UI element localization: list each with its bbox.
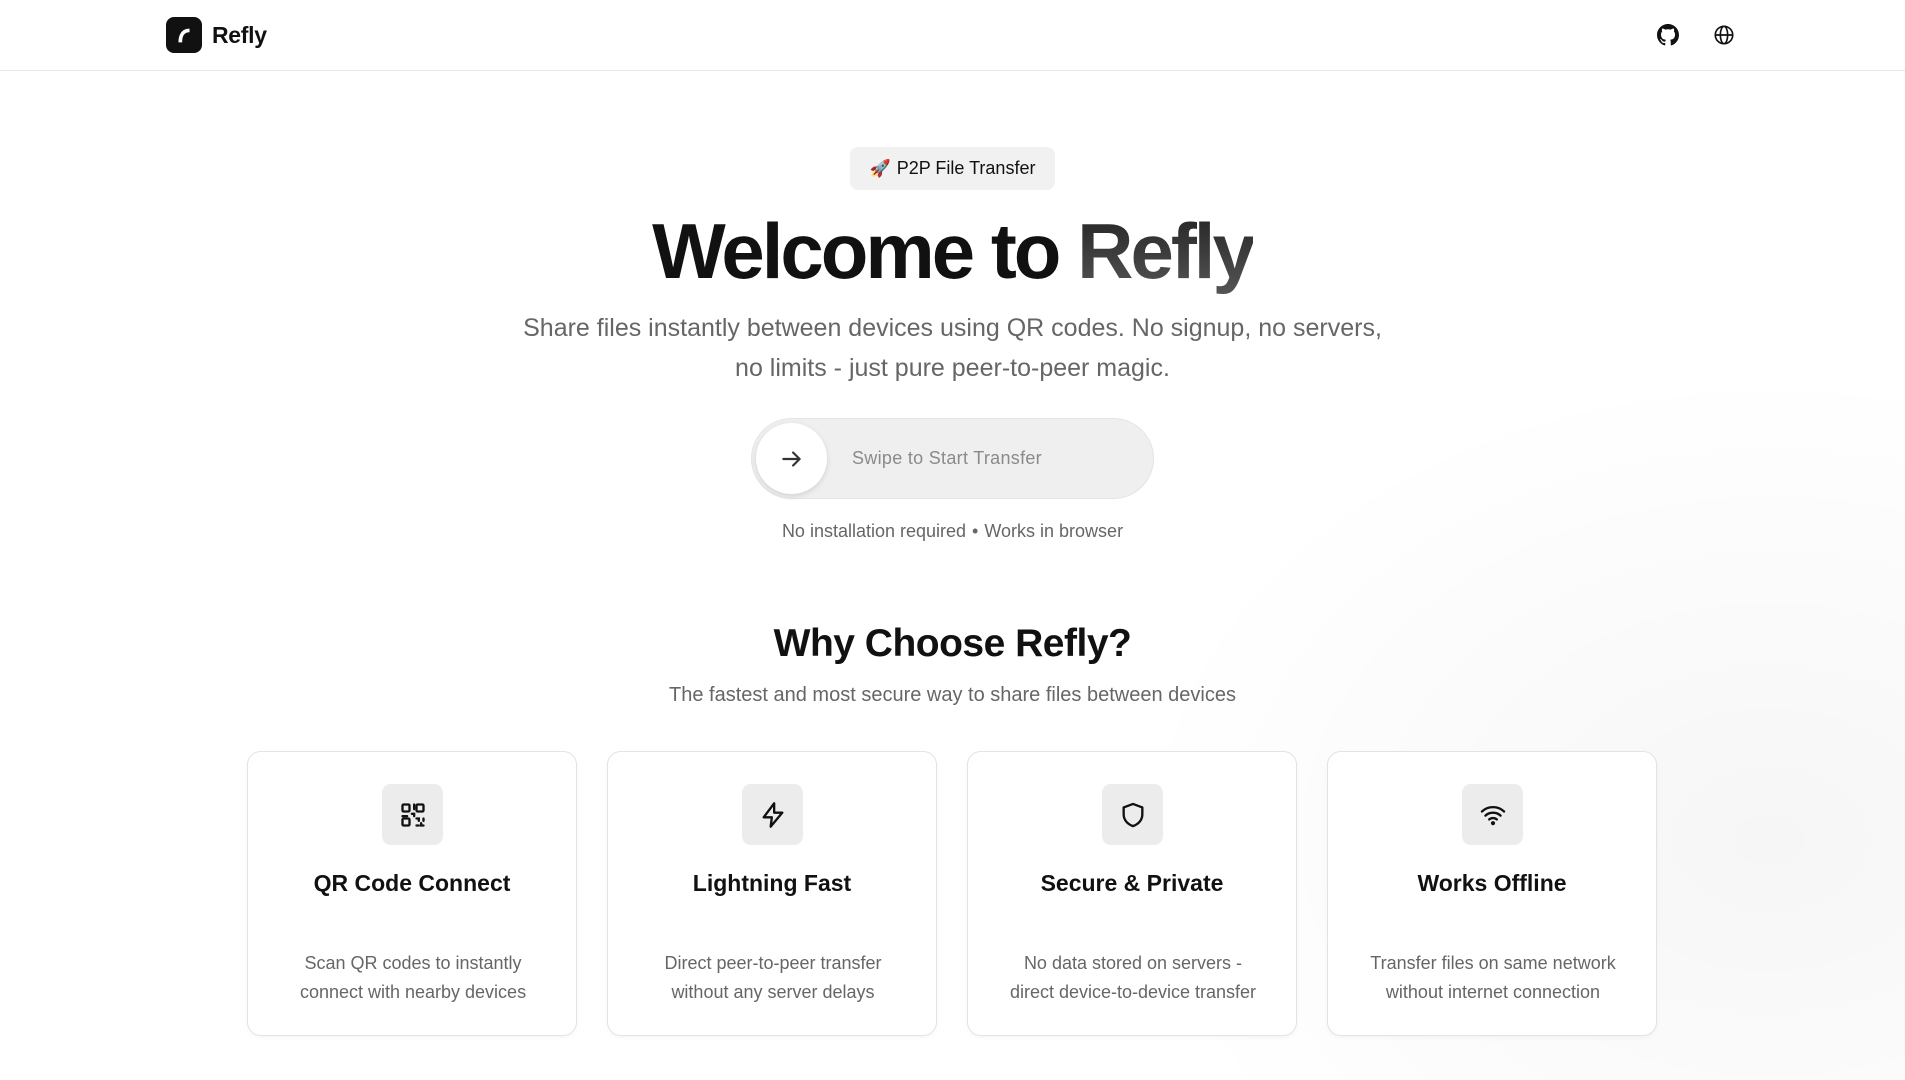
badge-label: P2P File Transfer [896, 158, 1036, 178]
feature-card-secure: Secure & Private No data stored on serve… [967, 751, 1297, 1036]
top-navbar: Refly [0, 0, 1905, 71]
hero-subtitle: Share files instantly between devices us… [510, 308, 1395, 388]
arrow-right-icon [781, 450, 801, 467]
feature-cards: QR Code Connect Scan QR codes to instant… [247, 751, 1657, 1036]
feature-desc-line: without any server delays [671, 982, 875, 1002]
p2p-badge: 🚀 P2P File Transfer [850, 147, 1055, 190]
note-separator: • [972, 521, 979, 541]
features-title: Why Choose Refly? [773, 622, 1132, 665]
lightning-icon [742, 784, 803, 845]
hero-subtitle-line1: Share files instantly between devices us… [523, 314, 1382, 342]
qr-code-icon [382, 784, 443, 845]
hero-title-accent: Refly [1077, 207, 1256, 295]
rocket-icon: 🚀 [869, 158, 891, 178]
feature-desc-line: Transfer files on same network [1370, 953, 1616, 973]
feature-desc-line: without internet connection [1385, 982, 1601, 1002]
header-actions [1653, 20, 1739, 50]
note-no-install: No installation required [781, 521, 967, 541]
swipe-handle[interactable] [756, 423, 827, 494]
feature-title: QR Code Connect [313, 870, 511, 896]
refly-logo-icon [166, 17, 202, 53]
feature-desc-line: No data stored on servers - [1023, 953, 1243, 973]
swipe-to-start-slider[interactable]: Swipe to Start Transfer [751, 418, 1154, 499]
github-icon[interactable] [1653, 20, 1683, 50]
brand-link[interactable]: Refly [166, 17, 267, 53]
feature-title: Lightning Fast [692, 870, 852, 896]
feature-desc-line: direct device-to-device transfer [1009, 982, 1257, 1002]
note-browser: Works in browser [984, 521, 1124, 541]
hero-title-prefix: Welcome to [652, 207, 1078, 295]
feature-description: No data stored on servers - direct devic… [988, 949, 1278, 1007]
wifi-icon [1462, 784, 1523, 845]
feature-description: Scan QR codes to instantly connect with … [268, 949, 558, 1007]
feature-description: Transfer files on same network without i… [1348, 949, 1638, 1007]
swipe-label: Swipe to Start Transfer [852, 448, 1042, 468]
feature-title: Secure & Private [1040, 870, 1224, 896]
feature-title: Works Offline [1417, 870, 1567, 896]
shield-icon [1102, 784, 1163, 845]
feature-desc-line: connect with nearby devices [299, 982, 527, 1002]
feature-desc-line: Direct peer-to-peer transfer [664, 953, 882, 973]
feature-card-qr: QR Code Connect Scan QR codes to instant… [247, 751, 577, 1036]
feature-description: Direct peer-to-peer transfer without any… [628, 949, 918, 1007]
features-subtitle: The fastest and most secure way to share… [669, 684, 1236, 706]
feature-card-fast: Lightning Fast Direct peer-to-peer trans… [607, 751, 937, 1036]
globe-icon[interactable] [1709, 20, 1739, 50]
hero-subtitle-line2: no limits - just pure peer-to-peer magic… [735, 354, 1170, 382]
feature-card-offline: Works Offline Transfer files on same net… [1327, 751, 1657, 1036]
hero-note: No installation required • Works in browse… [0, 521, 1905, 542]
brand-name: Refly [212, 21, 267, 48]
feature-desc-line: Scan QR codes to instantly [304, 953, 522, 973]
hero-title: Welcome to Refly [0, 205, 1905, 297]
